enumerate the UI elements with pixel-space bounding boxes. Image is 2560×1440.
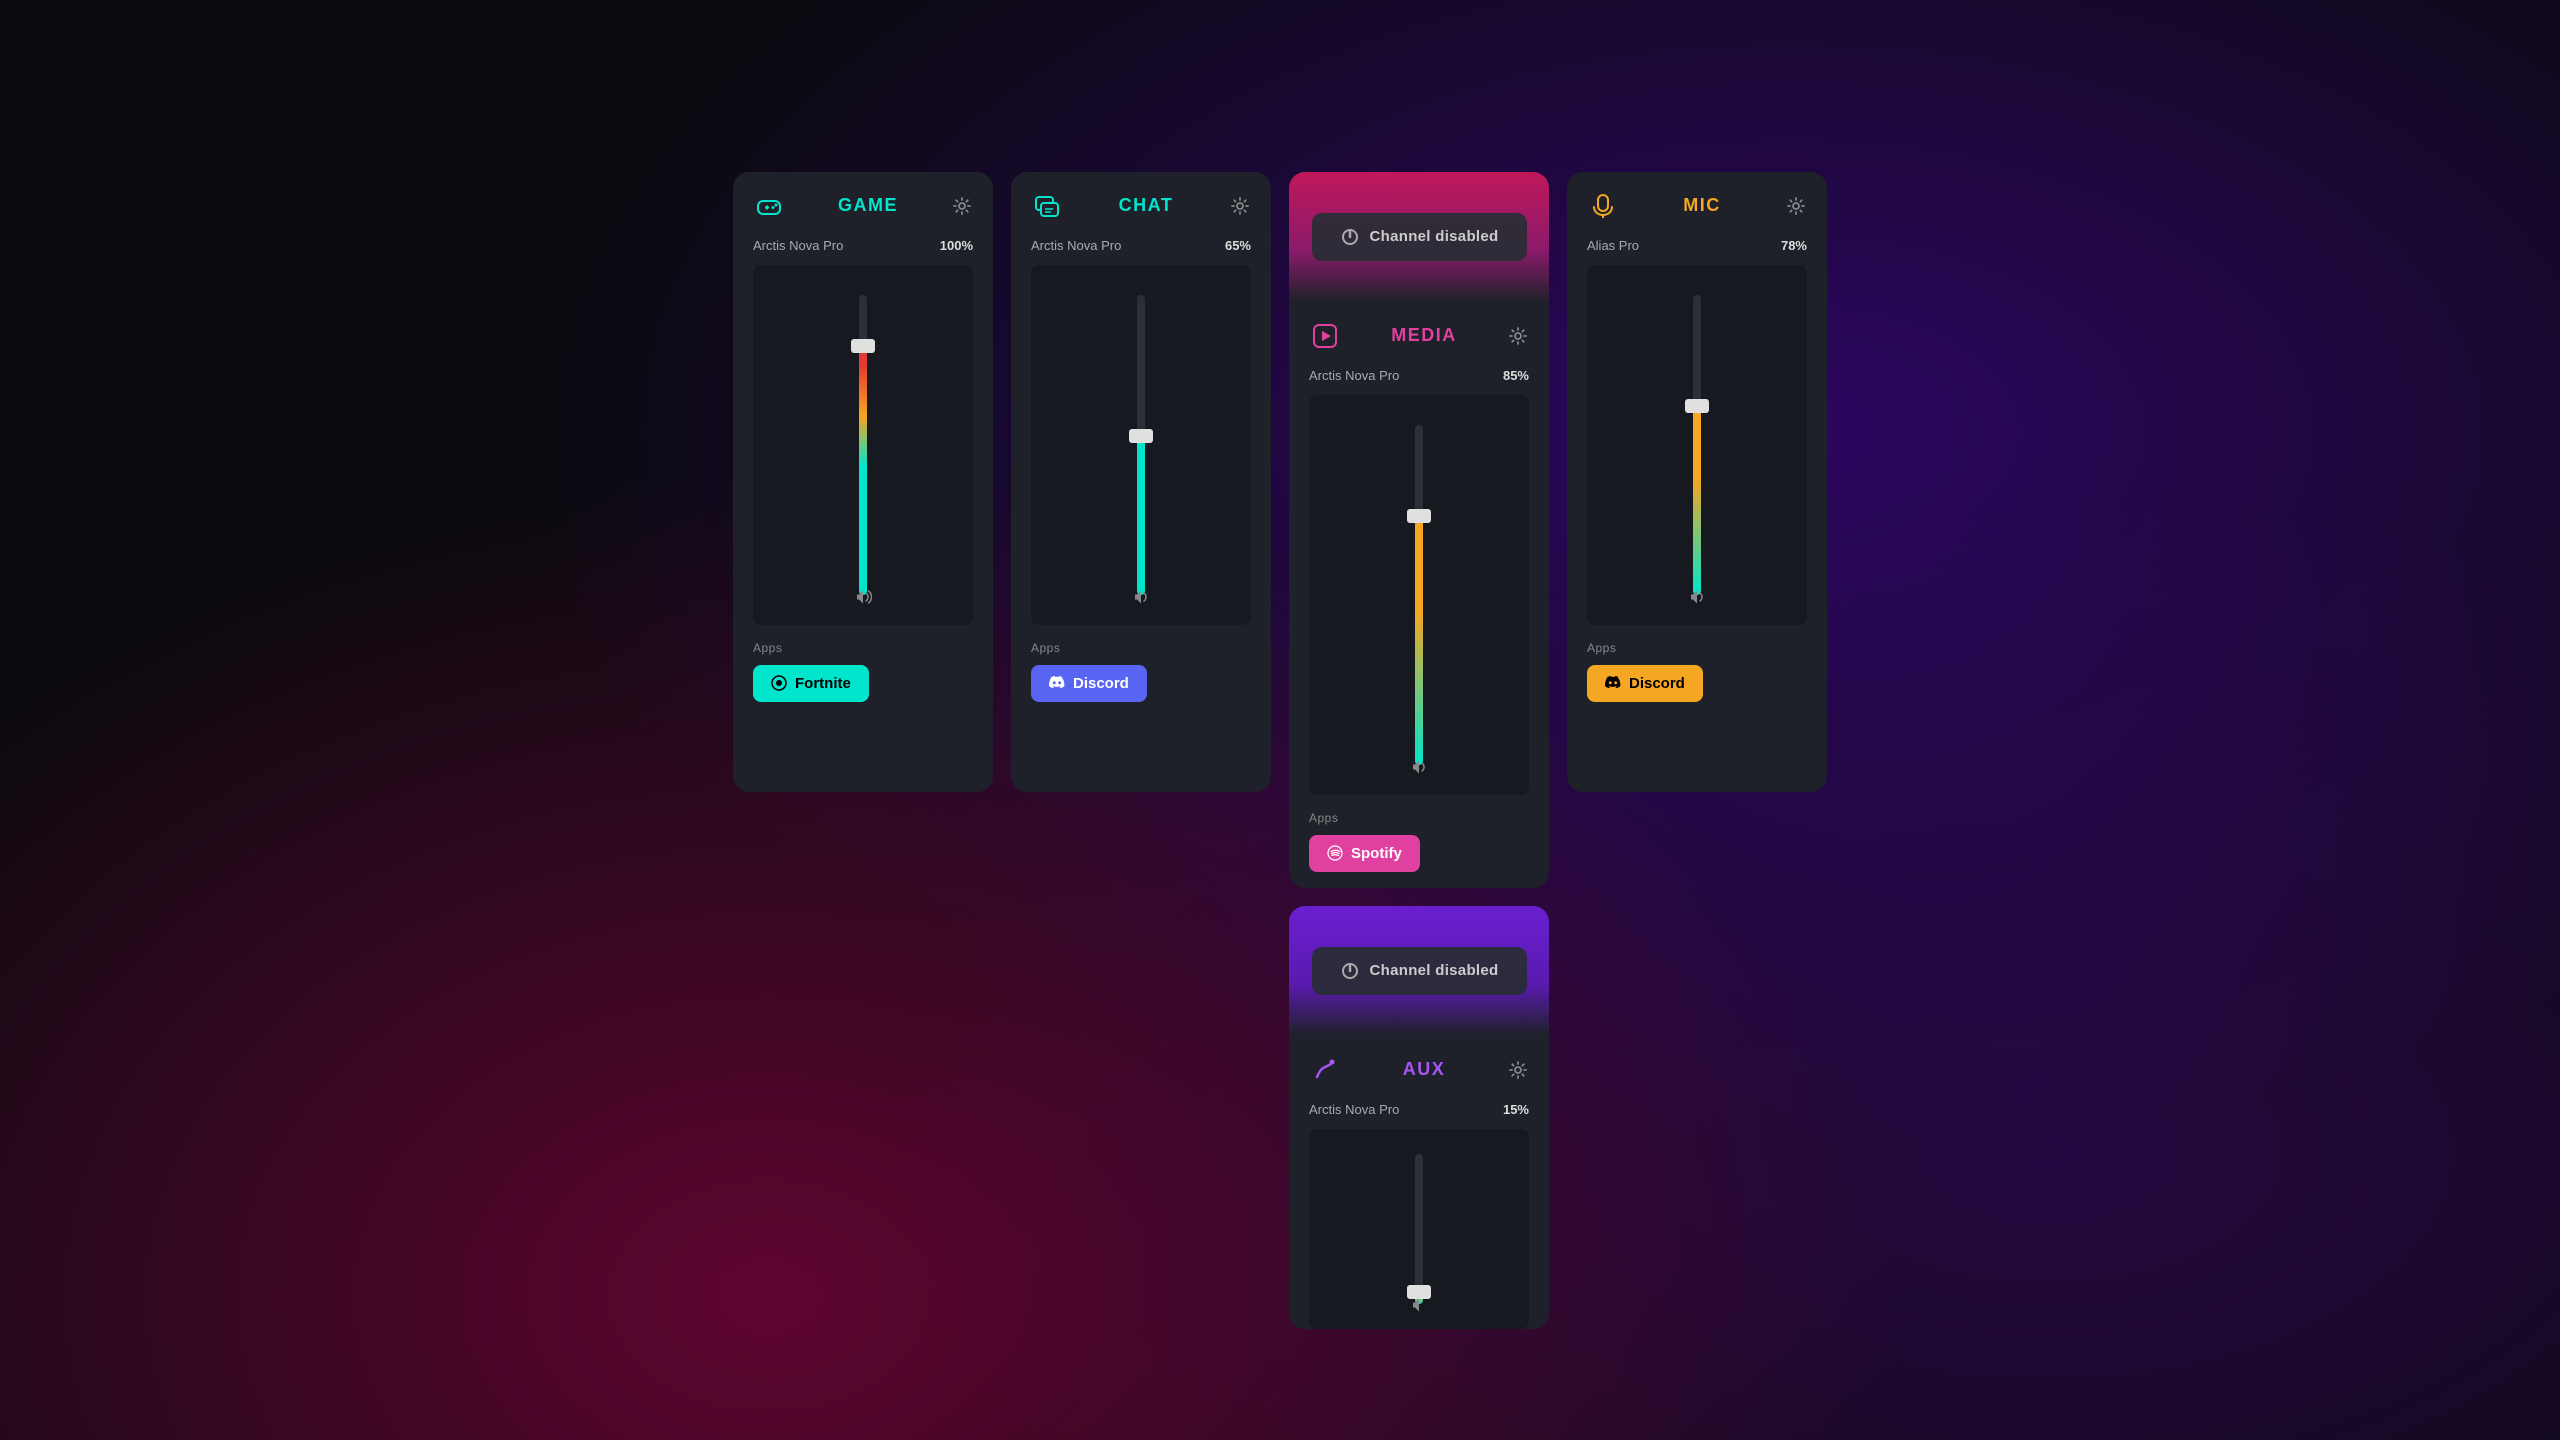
aux-settings-icon[interactable] [1507,1059,1529,1081]
mic-icon [1587,190,1619,222]
game-apps-section: Apps Fortnite [733,625,993,718]
game-fortnite-button[interactable]: Fortnite [753,665,869,702]
media-panel-title: MEDIA [1391,325,1457,346]
chat-panel-title: CHAT [1119,195,1174,216]
media-fader-fill [1415,510,1423,765]
mic-discord-button[interactable]: Discord [1587,665,1703,702]
chat-fader-area[interactable] [1031,265,1251,625]
center-panels: Channel disabled MEDIA [1289,172,1549,1329]
chat-discord-button[interactable]: Discord [1031,665,1147,702]
mic-discord-button-label: Discord [1629,675,1685,692]
mic-percent: 78% [1781,238,1807,253]
media-fader-area[interactable] [1309,395,1529,795]
game-settings-icon[interactable] [951,195,973,217]
chat-percent: 65% [1225,238,1251,253]
game-fader-fill [859,340,867,595]
game-device-name: Arctis Nova Pro [753,238,843,253]
game-volume-icon [854,588,872,611]
media-panel: Channel disabled MEDIA [1289,172,1549,888]
aux-channel-disabled-overlay: Channel disabled [1289,906,1549,1036]
chat-icon [1031,190,1063,222]
media-panel-top: Channel disabled [1289,172,1549,302]
media-fader-track [1415,425,1423,765]
inner-panels: GAME Arctis Nova Pro 100% [733,172,1827,1329]
mic-apps-label: Apps [1587,641,1807,655]
media-icon [1309,320,1341,352]
panels-container: GAME Arctis Nova Pro 100% [0,0,2560,1440]
mic-panel-title: MIC [1683,195,1721,216]
aux-fader-thumb[interactable] [1407,1285,1431,1299]
mic-fader-area[interactable] [1587,265,1807,625]
media-panel-header: MEDIA [1289,302,1549,368]
game-panel-title: GAME [838,195,898,216]
game-device-row: Arctis Nova Pro 100% [733,238,993,265]
media-channel-disabled-button[interactable]: Channel disabled [1312,213,1527,261]
media-volume-icon [1410,758,1428,781]
aux-fader-area[interactable] [1309,1129,1529,1329]
aux-device-row: Arctis Nova Pro 15% [1289,1102,1549,1129]
game-percent: 100% [940,238,973,253]
chat-fader-thumb[interactable] [1129,429,1153,443]
aux-panel-title: AUX [1403,1059,1446,1080]
mic-device-name: Alias Pro [1587,238,1639,253]
media-apps-label: Apps [1309,811,1529,825]
chat-apps-section: Apps Discord [1011,625,1271,718]
chat-discord-button-label: Discord [1073,675,1129,692]
game-fader-thumb[interactable] [851,339,875,353]
media-channel-disabled-label: Channel disabled [1370,228,1499,245]
media-device-row: Arctis Nova Pro 85% [1289,368,1549,395]
chat-settings-icon[interactable] [1229,195,1251,217]
chat-panel-header: CHAT [1011,172,1271,238]
aux-device-name: Arctis Nova Pro [1309,1102,1399,1117]
game-panel: GAME Arctis Nova Pro 100% [733,172,993,792]
aux-channel-disabled-label: Channel disabled [1370,962,1499,979]
chat-volume-icon [1132,588,1150,611]
mic-volume-icon [1688,588,1706,611]
chat-fader-fill [1137,430,1145,595]
aux-panel-header: AUX [1289,1036,1549,1102]
chat-panel: CHAT Arctis Nova Pro 65% [1011,172,1271,792]
game-panel-header: GAME [733,172,993,238]
spotify-button-label: Spotify [1351,845,1402,862]
game-fader-track [859,295,867,595]
chat-device-name: Arctis Nova Pro [1031,238,1121,253]
mic-settings-icon[interactable] [1785,195,1807,217]
mic-fader-track [1693,295,1701,595]
media-fader-thumb[interactable] [1407,509,1431,523]
media-spotify-button[interactable]: Spotify [1309,835,1420,872]
aux-panel-top: Channel disabled [1289,906,1549,1036]
mic-panel: MIC Alias Pro 78% [1567,172,1827,792]
mic-apps-section: Apps Discord [1567,625,1827,718]
chat-device-row: Arctis Nova Pro 65% [1011,238,1271,265]
media-settings-icon[interactable] [1507,325,1529,347]
media-percent: 85% [1503,368,1529,383]
mic-panel-header: MIC [1567,172,1827,238]
mic-fader-thumb[interactable] [1685,399,1709,413]
aux-channel-disabled-button[interactable]: Channel disabled [1312,947,1527,995]
fortnite-button-label: Fortnite [795,675,851,692]
mic-device-row: Alias Pro 78% [1567,238,1827,265]
media-apps-section: Apps Spotify [1289,795,1549,888]
media-device-name: Arctis Nova Pro [1309,368,1399,383]
media-channel-disabled-overlay: Channel disabled [1289,172,1549,302]
game-fader-area[interactable] [753,265,973,625]
aux-fader-track [1415,1154,1423,1304]
aux-panel: Channel disabled AUX [1289,906,1549,1329]
game-icon [753,190,785,222]
aux-volume-icon [1410,1296,1428,1319]
aux-percent: 15% [1503,1102,1529,1117]
chat-apps-label: Apps [1031,641,1251,655]
game-apps-label: Apps [753,641,973,655]
aux-icon [1309,1054,1341,1086]
chat-fader-track [1137,295,1145,595]
mic-fader-fill [1693,400,1701,595]
